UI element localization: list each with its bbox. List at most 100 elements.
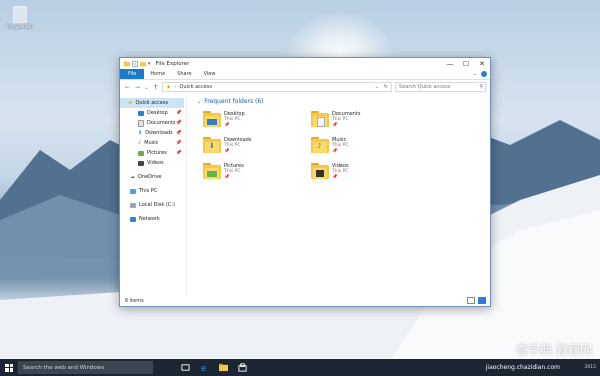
nav-quick-access[interactable]: ★ Quick access xyxy=(120,98,184,108)
recycle-bin-desktop-icon[interactable]: Recycle Bin xyxy=(6,6,34,30)
file-explorer-window: ▾ File Explorer — ☐ ✕ File Home Share Vi… xyxy=(119,57,491,307)
download-arrow-icon: ⬇ xyxy=(138,130,143,136)
watermark-url: jiaocheng.chazidian.com xyxy=(485,364,560,371)
main-content: ⌄ Frequent folders (6) Desktop This PC 📌 D… xyxy=(187,94,490,295)
pictures-folder-icon xyxy=(203,163,221,179)
pin-icon: 📌 xyxy=(175,110,182,116)
desktop-icon xyxy=(138,110,144,116)
quick-access-star-icon: ★ xyxy=(166,83,172,91)
music-note-icon: ♪ xyxy=(138,140,142,146)
taskbar-search-placeholder: Search the web and Windows xyxy=(23,364,105,371)
documents-icon xyxy=(138,119,144,127)
folder-tile-desktop[interactable]: Desktop This PC 📌 xyxy=(203,111,311,133)
details-view-icon[interactable] xyxy=(467,297,475,304)
videos-folder-icon xyxy=(311,163,329,179)
frequent-folders-header[interactable]: ⌄ Frequent folders (6) xyxy=(197,98,482,105)
breadcrumb-separator-icon: › xyxy=(174,84,177,90)
nav-onedrive[interactable]: ☁ OneDrive xyxy=(120,172,186,182)
quick-access-toolbar: ▾ xyxy=(120,61,151,67)
pin-icon: 📌 xyxy=(224,123,230,128)
folder-tile-documents[interactable]: Documents This PC 📌 xyxy=(311,111,419,133)
address-dropdown-icon[interactable]: ⌄ xyxy=(375,84,379,90)
nav-this-pc[interactable]: This PC xyxy=(120,186,186,196)
search-box[interactable]: Search Quick access ⚲ xyxy=(395,82,486,92)
back-button[interactable]: ← xyxy=(124,84,131,91)
frequent-folders-title: Frequent folders (6) xyxy=(204,98,264,105)
nav-this-pc-label: This PC xyxy=(139,188,158,194)
recent-locations-icon[interactable]: ⌄ xyxy=(144,84,149,91)
videos-icon xyxy=(138,160,144,166)
large-icons-view-icon[interactable] xyxy=(478,297,486,304)
search-placeholder: Search Quick access xyxy=(399,84,451,90)
close-button[interactable]: ✕ xyxy=(474,58,490,69)
recycle-bin-icon xyxy=(13,6,27,23)
breadcrumb-quick-access[interactable]: Quick access xyxy=(179,84,212,90)
title-bar[interactable]: ▾ File Explorer — ☐ ✕ xyxy=(120,58,490,69)
help-icon[interactable] xyxy=(481,71,487,77)
nav-item-label: Desktop xyxy=(147,110,168,116)
star-icon: ★ xyxy=(128,100,133,106)
pin-icon: 📌 xyxy=(332,149,338,154)
file-explorer-taskbar-icon[interactable] xyxy=(219,363,228,372)
nav-item-label: Documents xyxy=(147,120,176,126)
svg-text:e: e xyxy=(201,364,207,372)
up-button[interactable]: ↑ xyxy=(152,84,159,91)
nav-item-label: Pictures xyxy=(147,150,167,156)
navigation-pane: ★ Quick access Desktop 📌 Documents 📌 ⬇ D… xyxy=(120,94,187,295)
forward-button[interactable]: → xyxy=(134,84,141,91)
clock-date: 2015 xyxy=(584,365,596,370)
expand-ribbon-icon[interactable]: ⌄ xyxy=(473,71,477,77)
properties-icon[interactable] xyxy=(132,60,138,67)
new-folder-icon[interactable] xyxy=(140,61,146,67)
tab-view[interactable]: View xyxy=(198,69,222,79)
search-icon: ⚲ xyxy=(479,84,483,90)
nav-item-documents[interactable]: Documents 📌 xyxy=(120,118,186,128)
collapse-chevron-icon: ⌄ xyxy=(197,98,202,105)
nav-local-disk[interactable]: Local Disk (C:) xyxy=(120,200,186,210)
maximize-button[interactable]: ☐ xyxy=(458,58,474,69)
recycle-bin-label: Recycle Bin xyxy=(7,25,33,30)
pin-icon: 📌 xyxy=(175,130,182,136)
computer-icon xyxy=(130,188,136,194)
nav-item-label: Music xyxy=(144,140,159,146)
nav-item-music[interactable]: ♪ Music 📌 xyxy=(120,138,186,148)
address-bar[interactable]: ★ › Quick access ⌄ ↻ xyxy=(162,82,392,92)
pictures-icon xyxy=(138,150,144,156)
taskbar-search-box[interactable]: Search the web and Windows xyxy=(18,361,153,374)
task-view-icon[interactable] xyxy=(181,363,190,372)
system-clock[interactable]: 2015 xyxy=(585,365,596,370)
tab-home[interactable]: Home xyxy=(144,69,171,79)
drive-icon xyxy=(130,202,136,208)
nav-network[interactable]: Network xyxy=(120,214,186,224)
downloads-folder-icon: ⬇ xyxy=(203,137,221,153)
minimize-button[interactable]: — xyxy=(442,58,458,69)
nav-item-label: Downloads xyxy=(145,130,173,136)
ribbon-tabs: File Home Share View ⌄ xyxy=(120,69,490,80)
store-icon[interactable] xyxy=(238,363,247,372)
tab-share[interactable]: Share xyxy=(171,69,197,79)
status-bar: 6 items xyxy=(120,295,490,306)
nav-item-downloads[interactable]: ⬇ Downloads 📌 xyxy=(120,128,186,138)
folder-tile-pictures[interactable]: Pictures This PC 📌 xyxy=(203,163,311,185)
nav-network-label: Network xyxy=(139,216,160,222)
nav-item-label: Videos xyxy=(147,160,164,166)
tab-file[interactable]: File xyxy=(120,69,145,79)
folder-tile-downloads[interactable]: ⬇ Downloads This PC 📌 xyxy=(203,137,311,159)
qat-dropdown-icon[interactable]: ▾ xyxy=(148,61,151,67)
nav-item-desktop[interactable]: Desktop 📌 xyxy=(120,108,186,118)
nav-item-videos[interactable]: Videos xyxy=(120,158,186,168)
nav-item-pictures[interactable]: Pictures 📌 xyxy=(120,148,186,158)
pin-icon: 📌 xyxy=(175,120,182,126)
windows-logo-icon xyxy=(5,363,13,372)
folder-icon xyxy=(124,61,130,66)
window-title: File Explorer xyxy=(155,60,190,67)
folder-tile-videos[interactable]: Videos This PC 📌 xyxy=(311,163,419,185)
desktop-folder-icon xyxy=(203,111,221,127)
refresh-icon[interactable]: ↻ xyxy=(384,84,388,90)
edge-browser-icon[interactable]: e xyxy=(200,363,209,372)
folder-tile-music[interactable]: ♪ Music This PC 📌 xyxy=(311,137,419,159)
documents-folder-icon xyxy=(311,111,329,127)
cloud-icon: ☁ xyxy=(130,174,135,180)
start-button[interactable] xyxy=(0,359,18,376)
nav-quick-access-label: Quick access xyxy=(135,100,169,106)
